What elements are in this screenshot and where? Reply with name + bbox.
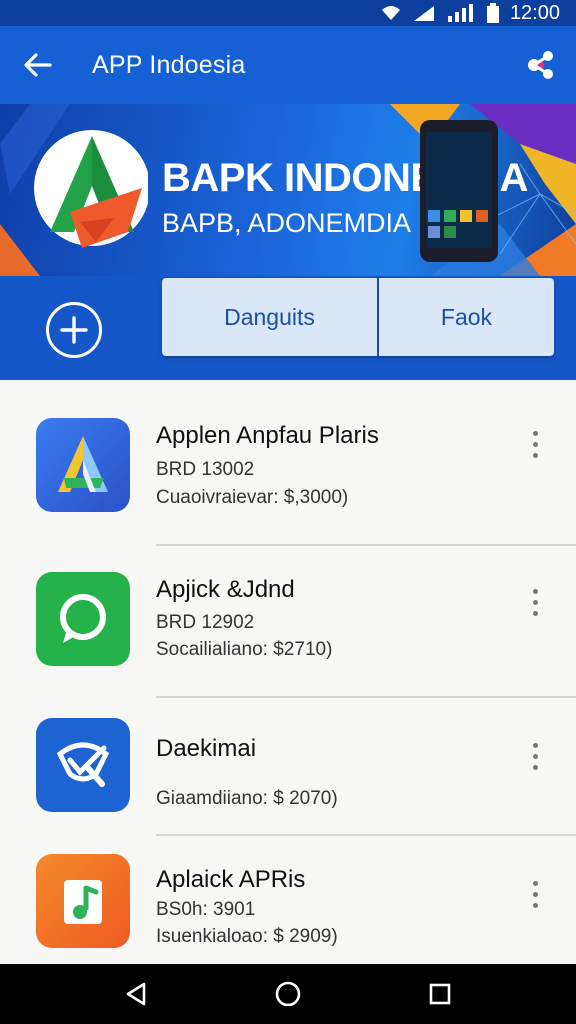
more-options-button[interactable] — [520, 422, 550, 466]
tab-faok[interactable]: Faok — [377, 278, 554, 356]
app-logo-icon — [34, 130, 148, 248]
promo-banner[interactable]: BAPK INDONEESIA BAPB, ADONEMDIA — [0, 104, 576, 276]
list-item[interactable]: Apjick &Jdnd BRD 12902 Socailialiano: $2… — [0, 546, 576, 698]
banner-subline: BAPB, ADONEMDIA — [162, 208, 412, 238]
a-logo-icon — [36, 418, 130, 512]
segmented-tabs: Danguits Faok — [162, 278, 554, 356]
app-code: BS0h: 3901 — [156, 899, 256, 920]
share-icon — [528, 51, 553, 79]
more-options-button[interactable] — [520, 580, 550, 624]
app-name: Apjick &Jdnd — [156, 576, 295, 603]
chat-bubble-icon — [36, 572, 130, 666]
app-name: Daekimai — [156, 735, 257, 762]
nav-home-button[interactable] — [268, 974, 308, 1014]
battery-icon — [486, 3, 500, 23]
shield-check-icon — [36, 718, 130, 812]
app-list: Applen Anpfau Plaris BRD 13002 Cuaoivrai… — [0, 380, 576, 964]
status-time: 12:00 — [509, 1, 560, 24]
signal-icon — [412, 4, 436, 22]
app-detail: Cuaoivraievar: $,3000) — [156, 487, 349, 508]
status-bar: 12:00 — [0, 0, 576, 26]
wifi-icon — [380, 4, 402, 22]
action-strip: Danguits Faok — [0, 276, 576, 380]
arrow-left-icon — [24, 53, 52, 77]
list-item[interactable]: Applen Anpfau Plaris BRD 13002 Cuaoivrai… — [0, 380, 576, 546]
app-name: Aplaick APRis — [156, 866, 306, 893]
app-code: BRD 12902 — [156, 612, 255, 633]
app-name: Applen Anpfau Plaris — [156, 422, 379, 449]
app-bar: APP Indoesia — [0, 26, 576, 104]
list-item[interactable]: Aplaick APRis BS0h: 3901 Isuenkialoao: $… — [0, 836, 576, 964]
music-note-icon — [36, 854, 130, 948]
home-circle-icon — [275, 981, 301, 1007]
add-button[interactable] — [46, 302, 102, 358]
app-detail: Giaamdiiano: $ 2070) — [156, 788, 338, 809]
back-triangle-icon — [126, 982, 146, 1006]
app-detail: Isuenkialoao: $ 2909) — [156, 926, 338, 947]
app-detail: Socailialiano: $2710) — [156, 639, 333, 660]
more-options-button[interactable] — [520, 872, 550, 916]
signal-bars-icon — [446, 4, 476, 22]
plus-circle-icon — [60, 316, 88, 344]
share-button[interactable] — [524, 48, 558, 82]
page-title: APP Indoesia — [92, 50, 246, 79]
system-nav-bar — [0, 964, 576, 1024]
list-item[interactable]: Daekimai Giaamdiiano: $ 2070) — [0, 698, 576, 836]
phone-illustration — [420, 120, 498, 262]
tab-danguits[interactable]: Danguits — [162, 278, 377, 356]
recents-square-icon — [429, 983, 451, 1005]
nav-back-button[interactable] — [116, 974, 156, 1014]
back-button[interactable] — [0, 26, 76, 104]
more-options-button[interactable] — [520, 734, 550, 778]
nav-recents-button[interactable] — [420, 974, 460, 1014]
app-code: BRD 13002 — [156, 459, 255, 480]
